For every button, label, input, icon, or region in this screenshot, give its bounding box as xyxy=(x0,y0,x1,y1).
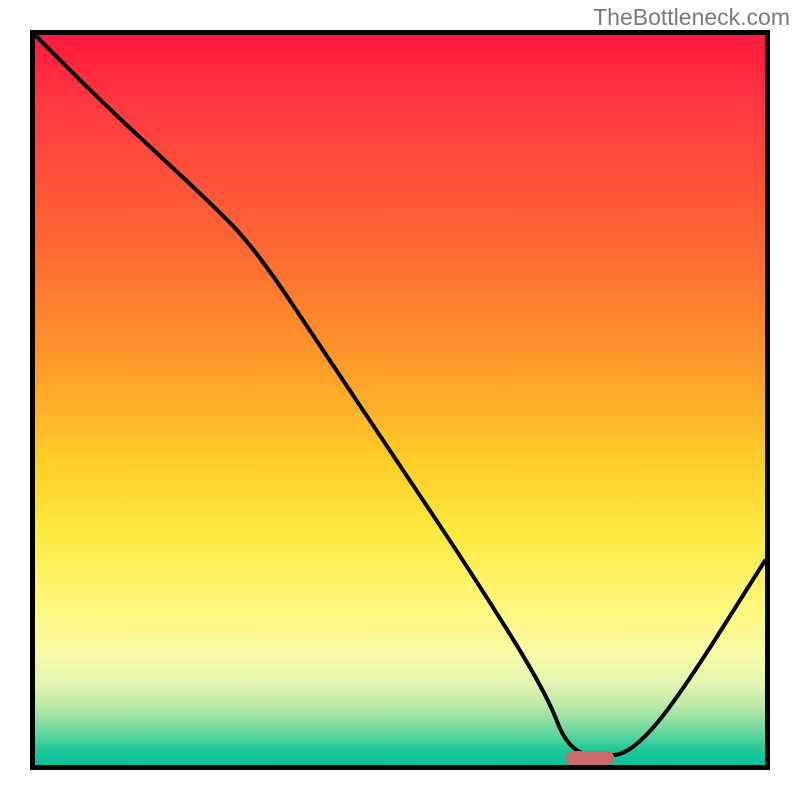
watermark-text: TheBottleneck.com xyxy=(593,4,790,31)
optimal-marker xyxy=(566,751,614,765)
curve-overlay xyxy=(35,35,765,765)
plot-area xyxy=(30,30,770,770)
chart-frame: TheBottleneck.com xyxy=(0,0,800,800)
bottleneck-curve-path xyxy=(35,35,765,756)
